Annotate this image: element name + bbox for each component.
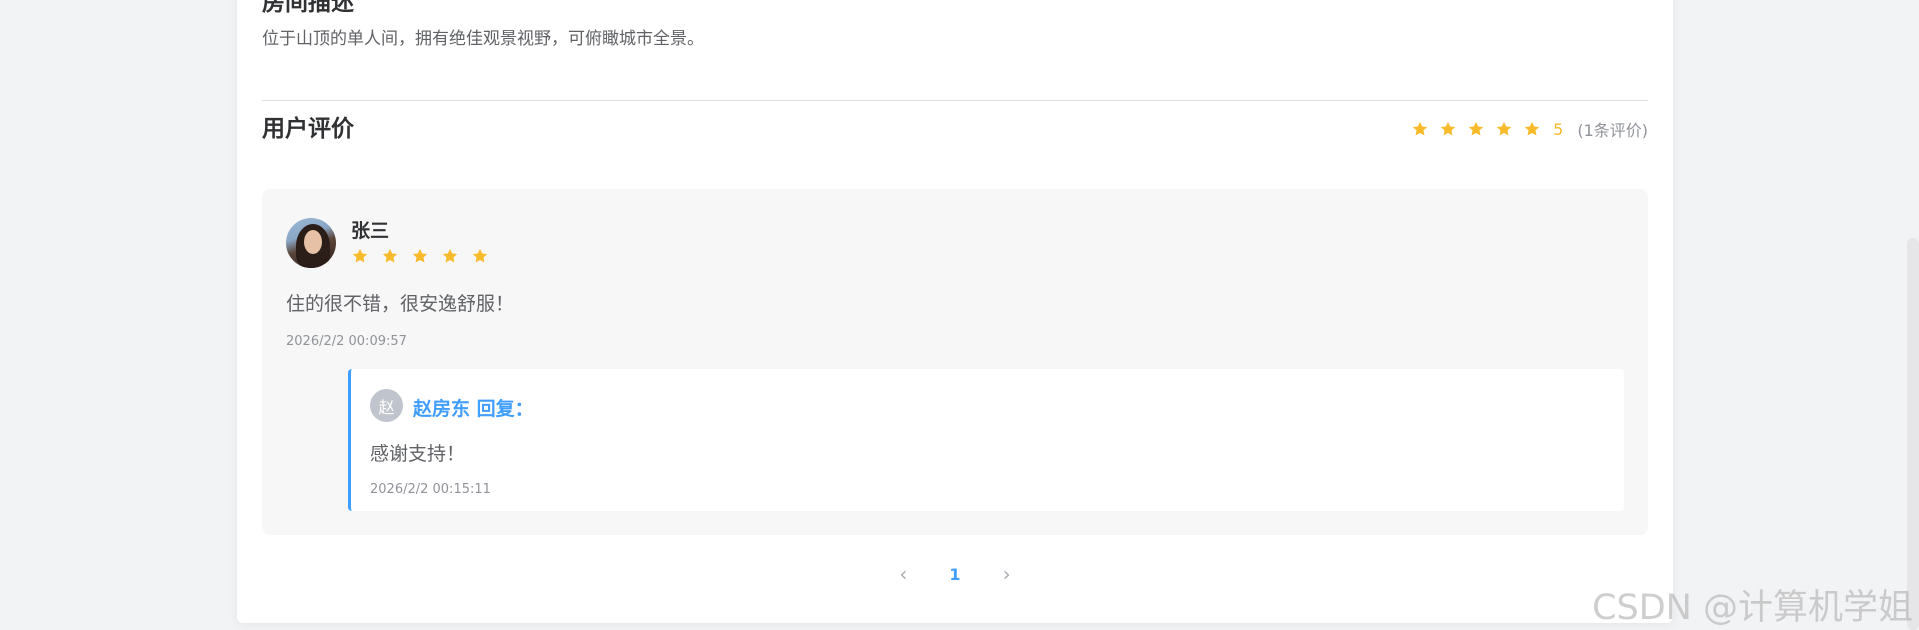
star-icon xyxy=(1411,120,1429,138)
star-icon xyxy=(1495,120,1513,138)
review-time: 2026/2/2 00:09:57 xyxy=(286,334,407,349)
reply-time: 2026/2/2 00:15:11 xyxy=(370,482,491,497)
average-rating-stars xyxy=(1411,120,1541,138)
chevron-right-icon[interactable]: › xyxy=(997,564,1017,584)
star-icon xyxy=(1467,120,1485,138)
reply-author: 赵房东 回复： xyxy=(413,398,534,420)
rating-summary: 5 (1条评价) xyxy=(1411,117,1648,141)
review-count: (1条评价) xyxy=(1577,121,1648,140)
star-icon xyxy=(1439,120,1457,138)
room-detail-card: 房间描述 位于山顶的单人间，拥有绝佳观景视野，可俯瞰城市全景。 用户评价 5 (… xyxy=(237,0,1673,623)
star-icon xyxy=(1523,120,1541,138)
reply-content: 感谢支持！ xyxy=(370,443,466,465)
reviews-title: 用户评价 xyxy=(262,116,354,142)
review-rating-stars xyxy=(351,247,489,265)
room-description-title: 房间描述 xyxy=(262,0,354,16)
star-icon xyxy=(411,247,429,265)
room-description-text: 位于山顶的单人间，拥有绝佳观景视野，可俯瞰城市全景。 xyxy=(262,29,704,49)
average-score: 5 xyxy=(1553,119,1564,139)
chevron-left-icon[interactable]: ‹ xyxy=(893,564,913,584)
card-inner: 房间描述 位于山顶的单人间，拥有绝佳观景视野，可俯瞰城市全景。 用户评价 5 (… xyxy=(262,0,1648,623)
page-1-button[interactable]: 1 xyxy=(949,565,960,584)
avatar xyxy=(286,218,336,268)
star-icon xyxy=(351,247,369,265)
owner-reply: 赵 赵房东 回复： 感谢支持！ 2026/2/2 00:15:11 xyxy=(348,369,1624,511)
section-divider xyxy=(262,100,1648,101)
review-content: 住的很不错，很安逸舒服！ xyxy=(286,293,515,315)
star-icon xyxy=(471,247,489,265)
pagination: ‹ 1 › xyxy=(262,564,1648,584)
scrollbar-thumb[interactable] xyxy=(1907,238,1919,630)
watermark: CSDN @计算机学姐 xyxy=(1592,588,1913,628)
reviewer-name: 张三 xyxy=(351,220,390,242)
reply-avatar: 赵 xyxy=(370,389,403,422)
star-icon xyxy=(381,247,399,265)
review-item: 张三 住的很不错，很安逸舒服！ 2026/2/2 00:09:57 赵 赵房东 … xyxy=(262,189,1648,535)
star-icon xyxy=(441,247,459,265)
